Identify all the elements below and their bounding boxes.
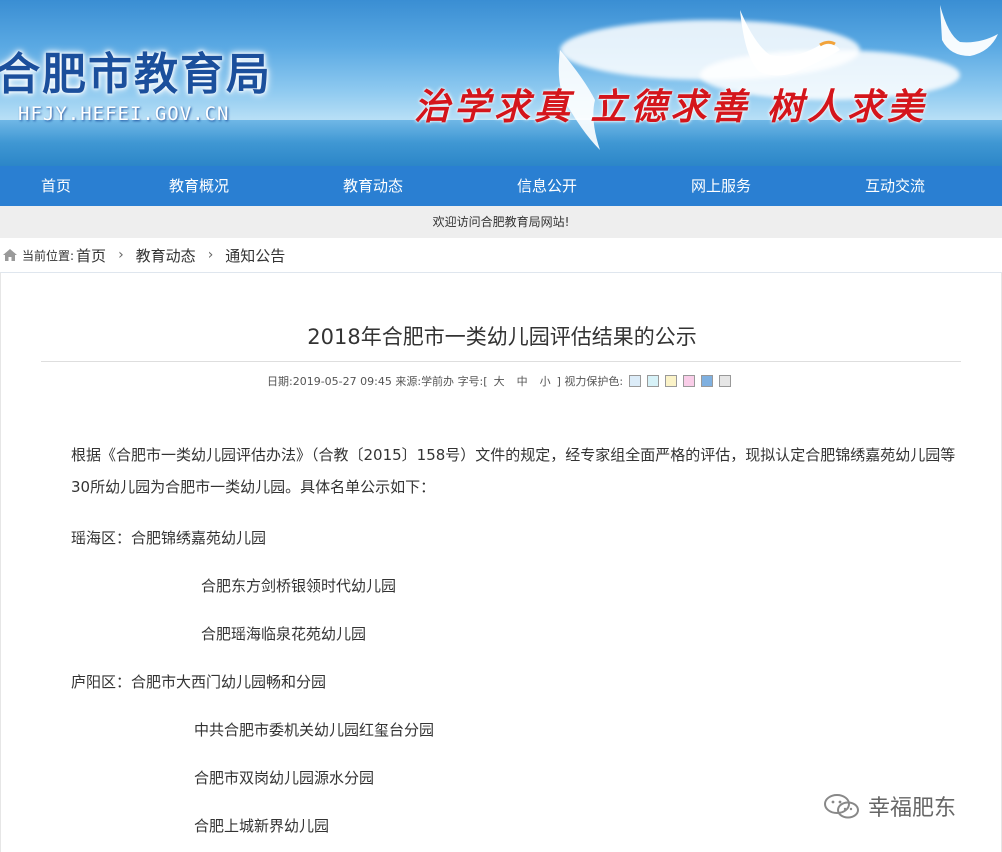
eye-color-swatch[interactable] [629, 375, 642, 387]
breadcrumb-current-label: 当前位置: [22, 248, 75, 263]
article-source: 学前办 [421, 375, 455, 388]
swan-icon [940, 5, 998, 56]
breadcrumb-home[interactable]: 首页 [76, 245, 106, 266]
article-date: 2019-05-27 09:45 [292, 374, 392, 388]
date-label: 日期: [267, 375, 293, 388]
font-size-large-button[interactable]: 大 [494, 373, 505, 389]
swan-icon [740, 10, 840, 76]
list-item: 庐阳区：合肥市大西门幼儿园畅和分园 [71, 673, 327, 691]
list-item: 瑶海区：合肥锦绣嘉苑幼儿园 [71, 529, 267, 547]
home-icon [3, 249, 17, 261]
nav-item-online-service[interactable]: 网上服务 [634, 166, 808, 206]
eye-color-swatch[interactable] [701, 375, 714, 387]
list-item: 中共合肥市委机关幼儿园红玺台分园 [194, 721, 435, 739]
breadcrumb: 当前位置: 首页 › 教育动态 › 通知公告 [0, 238, 1002, 272]
eye-care-label: 视力保护色: [564, 375, 624, 388]
nav-item-home[interactable]: 首页 [0, 166, 112, 206]
source-label: 来源: [395, 375, 422, 388]
breadcrumb-notices[interactable]: 通知公告 [225, 245, 285, 266]
slogan: 治学求真 立德求善 树人求美 [414, 86, 928, 128]
article-meta: 日期: 2019-05-27 09:45 来源: 学前办 字号:[ 大 中 小 … [267, 373, 732, 389]
watermark-text: 幸福肥东 [868, 796, 957, 821]
nav-item-interaction[interactable]: 互动交流 [808, 166, 982, 206]
font-size-medium-button[interactable]: 中 [517, 373, 528, 389]
font-size-end: ] [556, 374, 561, 388]
title-divider [41, 361, 961, 362]
nav-item-disclosure[interactable]: 信息公开 [460, 166, 634, 206]
watermark: 幸福肥东 [822, 790, 956, 822]
list-item: 合肥瑶海临泉花苑幼儿园 [201, 625, 367, 643]
header-banner: 合肥市教育局 HFJY.HEFEI.GOV.CN 治学求真 立德求善 树人求美 [0, 0, 1002, 166]
welcome-bar: 欢迎访问合肥教育局网站! [0, 206, 1002, 238]
list-item: 合肥东方剑桥银领时代幼儿园 [201, 577, 397, 595]
eye-color-swatch[interactable] [647, 375, 660, 387]
chevron-right-icon: › [118, 247, 124, 263]
eye-color-swatch[interactable] [719, 375, 732, 387]
article-panel: 2018年合肥市一类幼儿园评估结果的公示 日期: 2019-05-27 09:4… [0, 272, 1002, 852]
font-size-small-button[interactable]: 小 [540, 373, 551, 389]
site-domain: HFJY.HEFEI.GOV.CN [18, 103, 230, 125]
list-item: 合肥市双岗幼儿园源水分园 [194, 769, 375, 787]
list-item: 合肥上城新界幼儿园 [194, 817, 330, 835]
chevron-right-icon: › [207, 247, 214, 263]
article-title: 2018年合肥市一类幼儿园评估结果的公示 [307, 325, 697, 349]
nav-item-news[interactable]: 教育动态 [286, 166, 460, 206]
eye-color-swatch[interactable] [665, 375, 678, 387]
nav-item-overview[interactable]: 教育概况 [112, 166, 286, 206]
breadcrumb-news[interactable]: 教育动态 [136, 245, 196, 266]
eye-color-swatch[interactable] [683, 375, 696, 387]
main-nav: 首页 教育概况 教育动态 信息公开 网上服务 互动交流 [0, 166, 1002, 206]
site-title: 合肥市教育局 [0, 49, 272, 100]
article-intro: 根据《合肥市一类幼儿园评估办法》（合教〔2015〕158号）文件的规定，经专家组… [71, 446, 956, 496]
wechat-icon [824, 794, 859, 819]
font-size-label: 字号:[ [457, 375, 488, 388]
